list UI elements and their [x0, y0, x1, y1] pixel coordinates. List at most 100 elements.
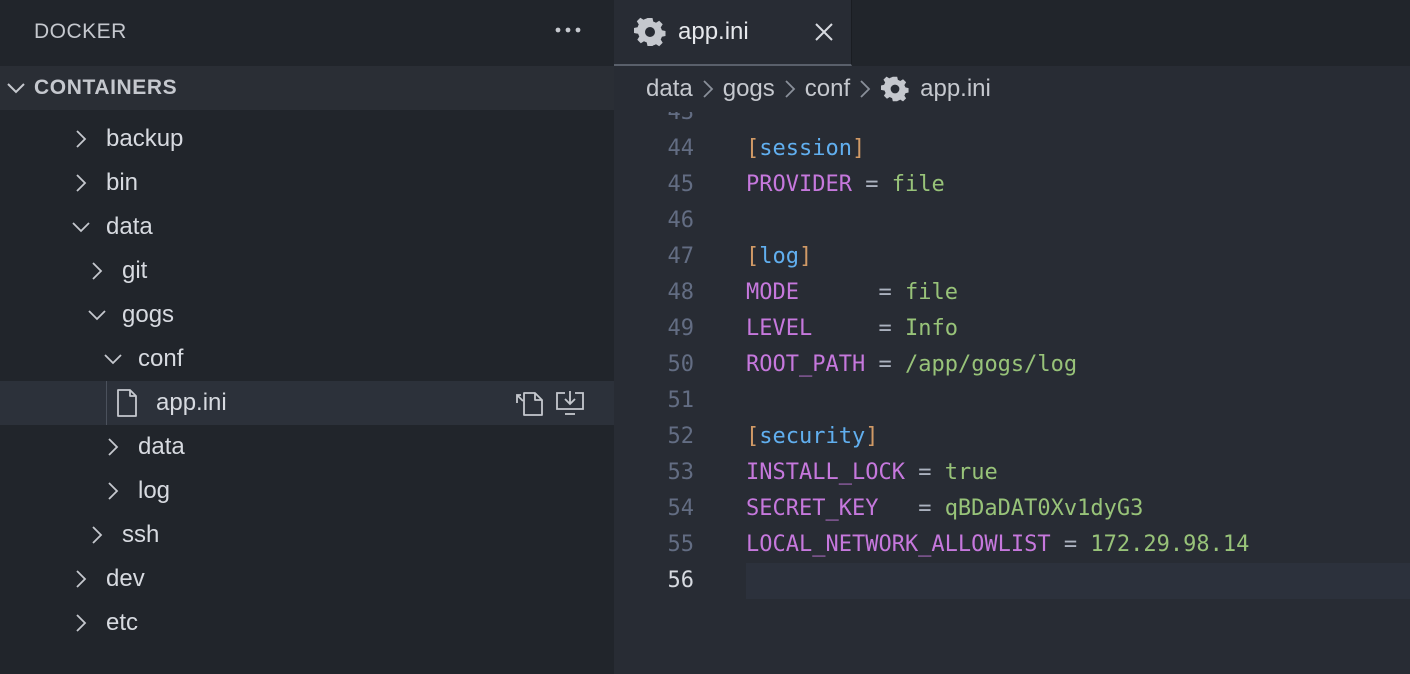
tree-item-label: git — [122, 257, 148, 284]
tree-file-item[interactable]: app.ini — [0, 381, 614, 425]
line-text: MODE = file — [746, 275, 958, 311]
line-number: 48 — [667, 280, 695, 305]
tree-item-label: gogs — [122, 301, 175, 328]
tree-folder-item[interactable]: conf — [0, 337, 614, 381]
tree-folder-item[interactable]: gogs — [0, 110, 614, 117]
containers-section-header[interactable]: CONTAINERS — [0, 66, 614, 110]
code-line[interactable]: 53 INSTALL_LOCK = true — [614, 455, 1410, 491]
token-key: LOCAL_NETWORK_ALLOWLIST — [746, 532, 1051, 557]
tree-item-label: conf — [138, 345, 184, 372]
indent-guide — [106, 381, 107, 425]
chevron-right-icon — [854, 78, 876, 100]
tree-folder-item[interactable]: gogs — [0, 293, 614, 337]
ellipsis-icon[interactable] — [552, 14, 584, 46]
token-key: INSTALL_LOCK — [746, 460, 905, 485]
open-file-icon[interactable] — [514, 388, 546, 418]
code-line[interactable]: 52 [security] — [614, 419, 1410, 455]
token-br: ] — [865, 424, 879, 449]
tree-item-label: bin — [106, 169, 139, 196]
chevron-down-icon — [4, 76, 28, 100]
line-text: LEVEL = Info — [746, 311, 958, 347]
code-line[interactable]: 51 — [614, 383, 1410, 419]
chevron-right-icon[interactable] — [70, 172, 92, 194]
token-op: = — [851, 172, 892, 197]
chevron-down-icon[interactable] — [102, 348, 124, 370]
line-number: 51 — [667, 388, 695, 413]
line-number: 54 — [667, 496, 695, 521]
code-line[interactable]: 49 LEVEL = Info — [614, 311, 1410, 347]
breadcrumb-item-data[interactable]: data — [646, 75, 693, 103]
chevron-right-icon[interactable] — [70, 568, 92, 590]
breadcrumb-item-conf[interactable]: conf — [805, 75, 850, 103]
code-line[interactable]: 47 [log] — [614, 239, 1410, 275]
tree-item-label: ssh — [122, 521, 160, 548]
line-text: INSTALL_LOCK = true — [746, 455, 998, 491]
code-line[interactable]: 48 MODE = file — [614, 275, 1410, 311]
sidebar-title: DOCKER — [34, 20, 127, 43]
tree-folder-item[interactable]: log — [0, 469, 614, 513]
tree-folder-item[interactable]: git — [0, 249, 614, 293]
chevron-right-icon[interactable] — [70, 612, 92, 634]
code-line[interactable]: 45 PROVIDER = file — [614, 167, 1410, 203]
tab-app-ini[interactable]: app.ini — [614, 0, 852, 66]
code-editor[interactable]: 43 44 [session] 45 PROVIDER = file 46 47 [log] 4… — [614, 112, 1410, 674]
token-br: [ — [746, 136, 760, 161]
chevron-right-icon[interactable] — [102, 480, 124, 502]
chevron-right-icon[interactable] — [102, 436, 124, 458]
token-br: ] — [851, 136, 866, 161]
line-number: 49 — [667, 316, 695, 341]
breadcrumb-item-gogs[interactable]: gogs — [723, 75, 775, 103]
code-line[interactable]: 44 [session] — [614, 131, 1410, 167]
breadcrumb-item-app-ini[interactable]: app.ini — [920, 75, 991, 103]
tab-label: app.ini — [678, 18, 749, 45]
chevron-right-icon[interactable] — [86, 524, 108, 546]
tree-item-label: backup — [106, 125, 184, 152]
tree-item-label: data — [106, 213, 153, 240]
tree-folder-item[interactable]: dev — [0, 557, 614, 601]
line-number: 46 — [667, 208, 695, 233]
token-val: file — [904, 280, 958, 305]
close-icon[interactable] — [810, 18, 838, 46]
code-line[interactable]: 50 ROOT_PATH = /app/gogs/log — [614, 347, 1410, 383]
tree-folder-item[interactable]: data — [0, 425, 614, 469]
tree-item-label: data — [138, 433, 185, 460]
line-text: [session] — [746, 131, 865, 167]
token-val: Info — [904, 316, 958, 341]
token-val: qBDaDAT0Xv1dyG3 — [944, 496, 1144, 521]
code-line[interactable]: 55 LOCAL_NETWORK_ALLOWLIST = 172.29.98.14 — [614, 527, 1410, 563]
docker-sidebar: DOCKER CONTAINERS gogs backup bin data git go… — [0, 0, 614, 674]
sidebar-header: DOCKER — [0, 0, 614, 66]
code-line[interactable]: 56 — [668, 563, 1410, 599]
token-val: /app/gogs/log — [904, 352, 1078, 377]
chevron-right-icon — [779, 78, 801, 100]
line-number: 53 — [667, 460, 695, 485]
code-line[interactable]: 46 — [614, 203, 1410, 239]
tab-bar: app.ini — [614, 0, 1410, 66]
chevron-right-icon[interactable] — [86, 260, 108, 282]
tree-folder-item[interactable]: bin — [0, 161, 614, 205]
chevron-down-icon[interactable] — [70, 216, 92, 238]
line-text: [security] — [746, 419, 878, 455]
line-number: 44 — [667, 136, 695, 161]
token-sec: security — [759, 424, 866, 449]
tree-item-label: dev — [106, 565, 145, 592]
line-number: 56 — [667, 568, 695, 593]
chevron-right-icon[interactable] — [70, 128, 92, 150]
token-op: = — [878, 496, 945, 521]
tree-folder-item[interactable]: data — [0, 205, 614, 249]
token-key: PROVIDER — [746, 172, 852, 197]
tree-folder-item[interactable]: etc — [0, 601, 614, 645]
tree-folder-item[interactable]: ssh — [0, 513, 614, 557]
tree-folder-item[interactable]: backup — [0, 117, 614, 161]
tree-item-label: app.ini — [156, 389, 227, 416]
code-line[interactable]: 43 — [614, 112, 1410, 131]
token-op: = — [865, 352, 905, 377]
line-text: SECRET_KEY = qBDaDAT0Xv1dyG3 — [746, 491, 1143, 527]
code-line[interactable]: 54 SECRET_KEY = qBDaDAT0Xv1dyG3 — [614, 491, 1410, 527]
token-op: = — [812, 316, 905, 341]
chevron-down-icon[interactable] — [86, 304, 108, 326]
line-number: 52 — [667, 424, 695, 449]
token-op: = — [1050, 532, 1091, 557]
line-number: 50 — [667, 352, 695, 377]
download-icon[interactable] — [554, 388, 586, 418]
